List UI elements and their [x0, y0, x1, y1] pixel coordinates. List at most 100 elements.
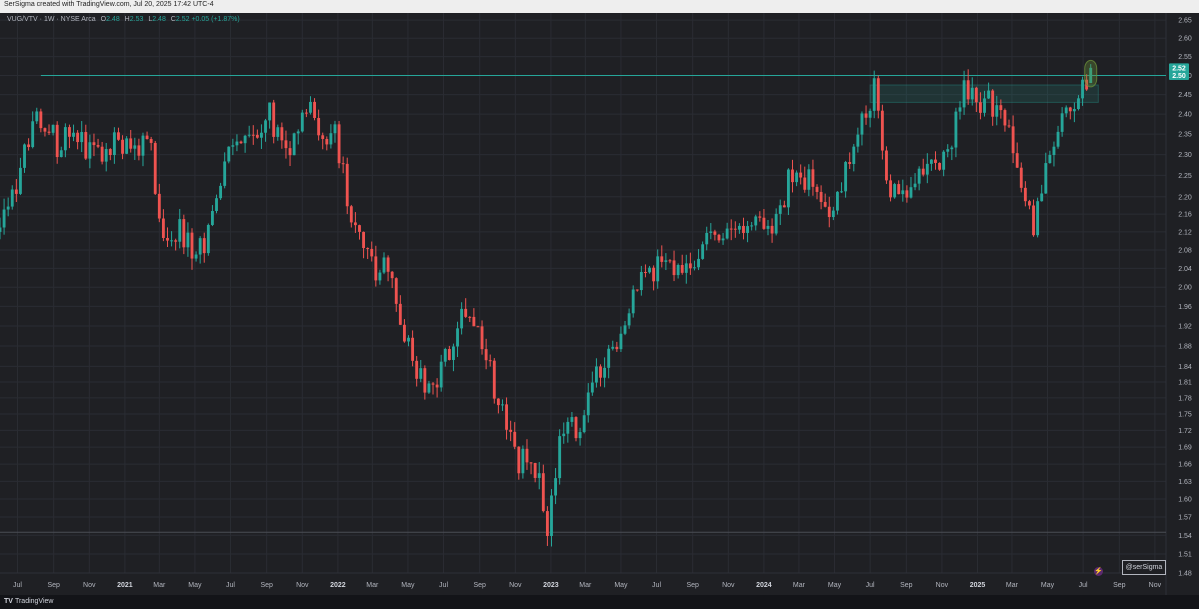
candle-down [974, 87, 978, 103]
tradingview-logo[interactable]: TV TradingView [4, 598, 53, 605]
candlestick-chart[interactable]: 2.65 2.60 2.55 2.50 2.45 2.40 2.35 2.30 2.25 2.20… [0, 13, 1199, 595]
candle-down [525, 448, 529, 463]
candle-up [917, 168, 921, 184]
candle-up [840, 191, 843, 193]
candle-down [770, 225, 774, 234]
candle-up [186, 232, 190, 248]
price-tick-label: 2.35 [1178, 132, 1192, 139]
time-tick-label: Sep [686, 582, 699, 589]
time-tick-label: Jul [1079, 582, 1088, 589]
candle-down [823, 201, 827, 207]
candle-up [1081, 79, 1084, 99]
candle-up [1056, 131, 1060, 147]
price-tick-label: 1.92 [1178, 323, 1192, 330]
lightning-icon[interactable]: ⚡ [1094, 567, 1103, 576]
candle-up [1072, 109, 1076, 112]
candle-up [2, 209, 6, 228]
price-tick-label: 1.54 [1178, 533, 1192, 540]
candle-down [202, 238, 206, 254]
candle-up [872, 78, 876, 111]
candle-up [831, 210, 835, 218]
time-tick-label: Nov [509, 582, 522, 589]
time-tick-label: 2021 [117, 582, 133, 589]
candle-up [901, 190, 905, 195]
price-tick-label: 2.65 [1178, 18, 1192, 25]
candle-down [468, 316, 472, 318]
candle-down [885, 150, 888, 181]
time-tick-label: Jul [439, 582, 448, 589]
candle-up [439, 361, 443, 388]
candle-up [10, 189, 14, 207]
candle-up [125, 138, 129, 154]
candle-up [1048, 154, 1052, 164]
candle-down [905, 190, 909, 198]
candle-down [313, 101, 316, 118]
candle-up [210, 211, 214, 225]
candle-up [296, 131, 300, 134]
attribution-text: SerSigma created with TradingView.com, J… [4, 1, 214, 8]
price-tick-label: 1.60 [1178, 497, 1192, 504]
candle-up [701, 244, 705, 259]
candle-up [1064, 107, 1068, 114]
candle-up [983, 98, 986, 113]
candle-up [958, 107, 962, 112]
price-tick-label: 2.55 [1178, 54, 1192, 61]
candle-down [100, 146, 104, 162]
candle-down [411, 337, 415, 361]
candle-up [795, 172, 799, 183]
low-value: 2.48 [152, 16, 166, 23]
candle-down [366, 248, 370, 250]
candle-down [337, 124, 341, 164]
high-value: 2.53 [129, 16, 144, 23]
time-tick-label: Jul [226, 582, 235, 589]
candle-up [623, 325, 627, 334]
candle-up [215, 198, 218, 212]
candle-down [153, 142, 157, 194]
candle-down [161, 218, 165, 238]
candle-up [970, 87, 974, 100]
symbol-label: VUG/VTV · 1W · NYSE Arca [7, 16, 96, 23]
candle-down [1028, 201, 1031, 206]
attribution-bar: SerSigma created with TradingView.com, J… [0, 0, 1199, 13]
candle-up [23, 144, 26, 168]
candle-down [149, 139, 153, 143]
candle-up [656, 256, 660, 282]
candle-down [1007, 125, 1011, 127]
candle-down [782, 205, 786, 208]
candle-up [0, 227, 2, 232]
candle-down [145, 135, 149, 140]
candle-up [693, 267, 696, 269]
candle-down [472, 316, 476, 327]
price-tick-label: 1.69 [1178, 445, 1192, 452]
candle-up [329, 133, 333, 145]
candle-up [309, 101, 312, 113]
candle-down [688, 263, 692, 269]
candle-up [631, 289, 635, 314]
candle-up [452, 346, 455, 360]
time-tick-label: May [401, 582, 415, 589]
time-tick-label: 2025 [970, 582, 986, 589]
candle-up [243, 135, 247, 144]
candle-down [55, 124, 59, 158]
highlight-marker [1084, 59, 1098, 88]
candle-up [206, 224, 210, 254]
candle-up [1040, 193, 1044, 202]
candle-up [550, 495, 553, 536]
candle-up [1052, 146, 1056, 155]
time-tick-label: Mar [153, 582, 166, 589]
price-tick-label: 2.12 [1178, 229, 1192, 236]
candle-down [545, 511, 549, 536]
candle-down [533, 462, 537, 478]
candle-up [697, 258, 700, 268]
candle-up [1036, 201, 1040, 236]
candle-up [603, 367, 607, 378]
candle-down [435, 384, 439, 388]
candle-up [276, 127, 280, 137]
chart-area[interactable]: 2.65 2.60 2.55 2.50 2.45 2.40 2.35 2.30 2.25 2.20… [0, 13, 1199, 595]
candle-down [762, 217, 766, 229]
candle-up [59, 150, 63, 158]
candle-up [868, 110, 872, 118]
candle-up [460, 308, 464, 329]
candle-up [786, 169, 790, 208]
candle-down [349, 206, 353, 223]
